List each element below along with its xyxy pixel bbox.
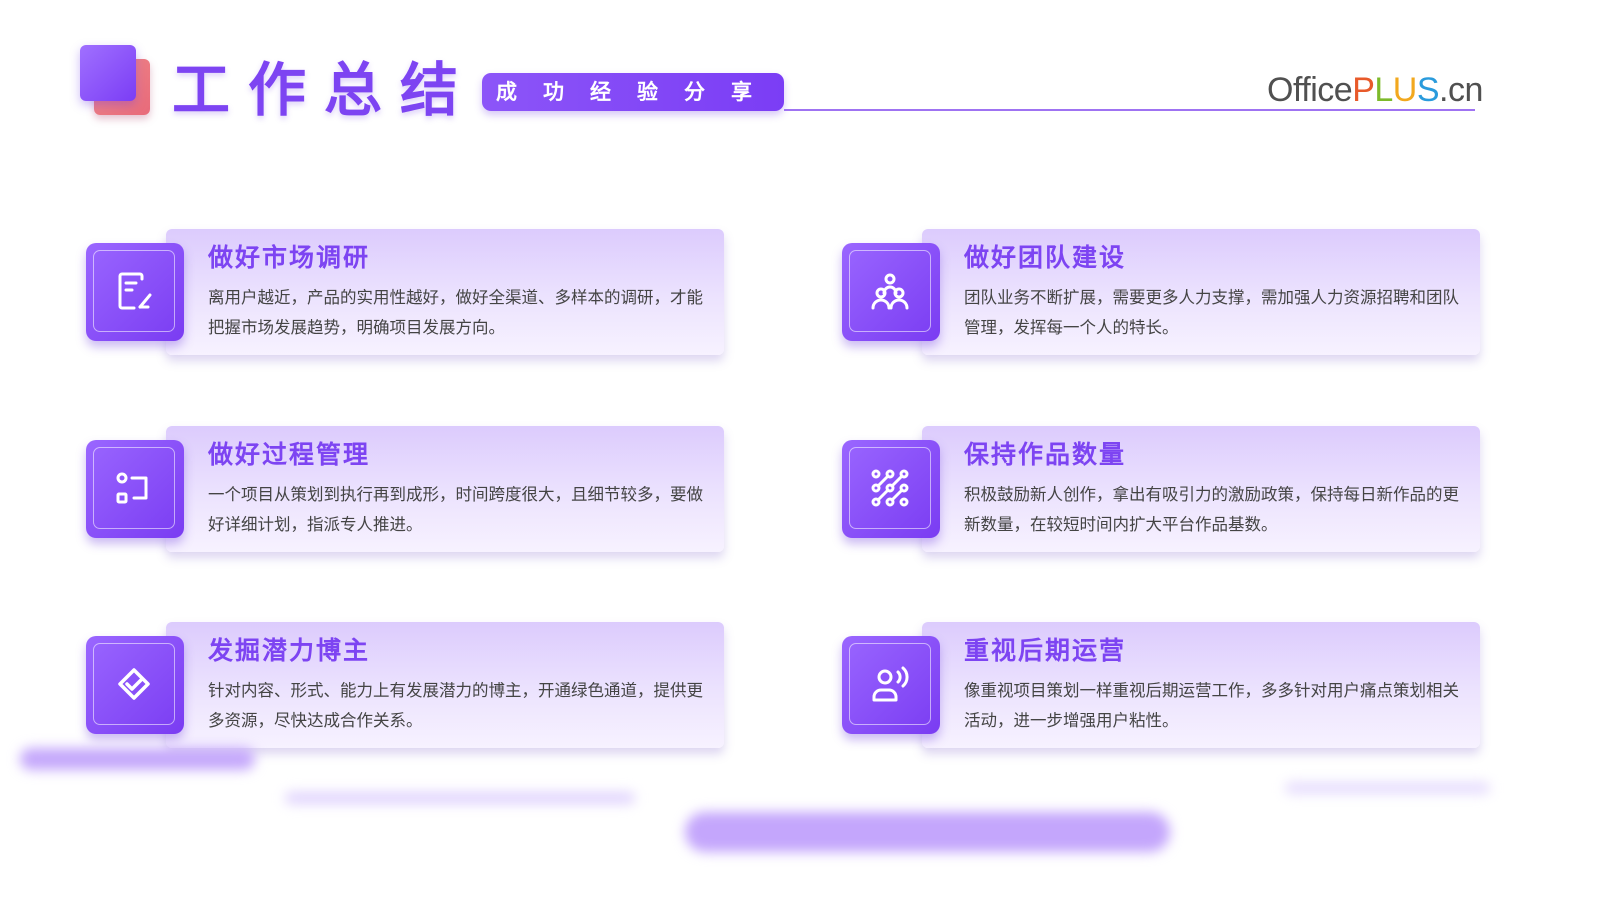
decorative-blur-bar: [1285, 782, 1490, 794]
card-title: 做好过程管理: [208, 440, 371, 469]
card-icon-box: [842, 440, 940, 538]
title-logo-mark: [80, 45, 152, 117]
card-icon-box: [842, 636, 940, 734]
team-people-icon: [871, 273, 909, 310]
card-process-management: 做好过程管理 一个项目从策划到执行再到成形，时间跨度很大，且细节较多，要做好详细…: [86, 426, 726, 554]
card-description: 针对内容、形式、能力上有发展潜力的博主，开通绿色通道，提供更多资源，尽快达成合作…: [208, 681, 703, 730]
card-icon-box: [86, 243, 184, 341]
card-title: 重视后期运营: [964, 636, 1127, 665]
card-description: 团队业务不断扩展，需要更多人力支撑，需加强人力资源招聘和团队管理，发挥每一个人的…: [964, 288, 1459, 337]
edit-document-icon: [118, 272, 152, 310]
card-description: 离用户越近，产品的实用性越好，做好全渠道、多样本的调研，才能把握市场发展趋势，明…: [208, 288, 703, 337]
process-flow-icon: [116, 472, 148, 504]
card-market-research: 做好市场调研 离用户越近，产品的实用性越好，做好全渠道、多样本的调研，才能把握市…: [86, 229, 726, 357]
card-title: 做好市场调研: [208, 243, 371, 272]
card-description: 积极鼓励新人创作，拿出有吸引力的激励政策，保持每日新作品的更新数量，在较短时间内…: [964, 485, 1459, 534]
decorative-blur-bar: [20, 748, 255, 770]
user-speaking-icon: [872, 666, 909, 702]
diamond-handshake-icon: [118, 668, 150, 700]
decorative-blur-bar: [285, 792, 635, 804]
page-title: 工作总结: [172, 56, 477, 124]
data-dots-icon: [871, 469, 909, 507]
card-work-quantity: 保持作品数量 积极鼓励新人创作，拿出有吸引力的激励政策，保持每日新作品的更新数量…: [842, 426, 1482, 554]
card-title: 保持作品数量: [964, 440, 1127, 469]
card-post-operation: 重视后期运营 像重视项目策划一样重视后期运营工作，多多针对用户痛点策划相关活动，…: [842, 622, 1482, 750]
subtitle-badge: 成功经验分享: [482, 73, 784, 111]
card-title: 发掘潜力博主: [208, 636, 371, 665]
card-team-building: 做好团队建设 团队业务不断扩展，需要更多人力支撑，需加强人力资源招聘和团队管理，…: [842, 229, 1482, 357]
brand-logo: OfficePLUS.cn: [1267, 71, 1483, 109]
decorative-blur-bar: [685, 812, 1170, 852]
card-potential-creators: 发掘潜力博主 针对内容、形式、能力上有发展潜力的博主，开通绿色通道，提供更多资源…: [86, 622, 726, 750]
card-icon-box: [86, 440, 184, 538]
card-icon-box: [86, 636, 184, 734]
card-title: 做好团队建设: [964, 243, 1127, 272]
card-description: 像重视项目策划一样重视后期运营工作，多多针对用户痛点策划相关活动，进一步增强用户…: [964, 681, 1459, 730]
card-icon-box: [842, 243, 940, 341]
card-description: 一个项目从策划到执行再到成形，时间跨度很大，且细节较多，要做好详细计划，指派专人…: [208, 485, 703, 534]
